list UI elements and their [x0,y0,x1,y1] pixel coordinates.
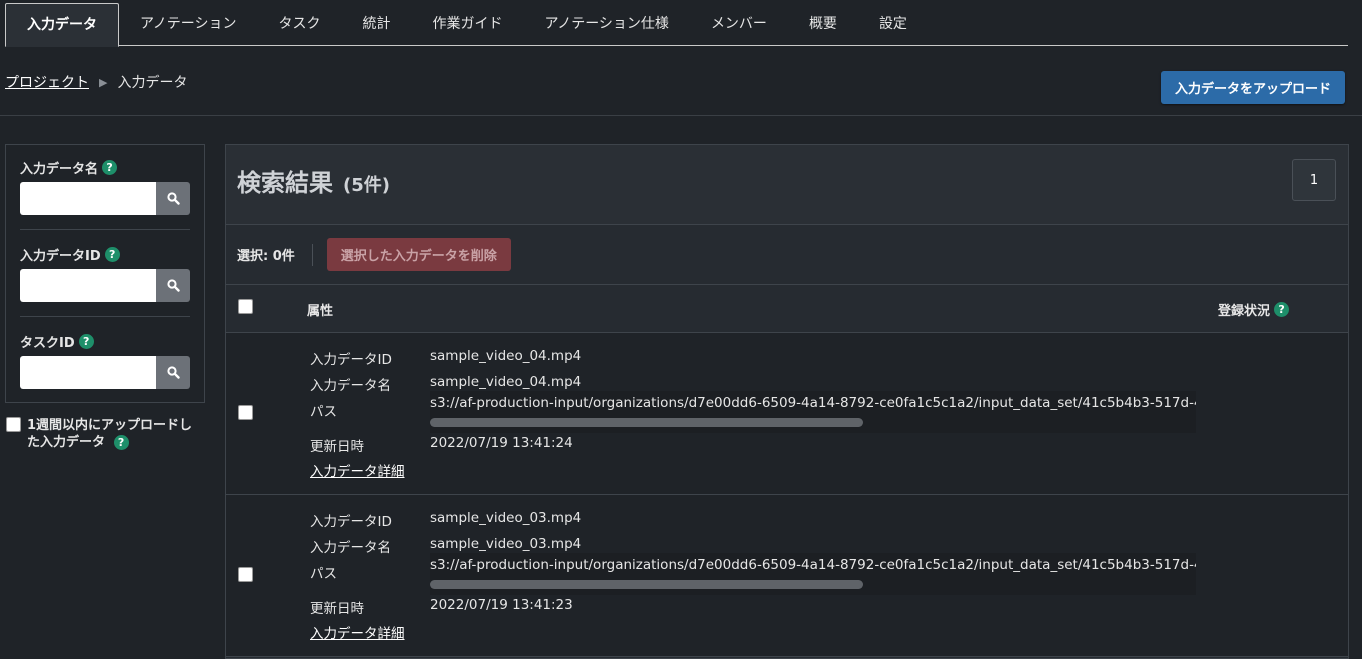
attr-label-updated: 更新日時 [310,439,364,455]
recent-upload-filter: 1週間以内にアップロードした入力データ ? [6,417,206,451]
row-checkbox[interactable] [238,405,253,420]
search-icon [166,366,180,379]
breadcrumb: プロジェクト ▶ 入力データ [5,72,187,92]
select-all-checkbox[interactable] [238,299,253,314]
search-button[interactable] [156,356,190,389]
search-sidebar: 入力データ名 ? 入力データID ? タスクID ? [5,144,205,403]
input-data-name-value: sample_video_04.mp4 [430,374,582,390]
tab-input-data[interactable]: 入力データ [5,3,119,47]
tab-overview[interactable]: 概要 [788,3,858,46]
attr-label-path: パス [310,566,337,582]
search-icon [166,192,180,205]
help-icon[interactable]: ? [113,435,129,450]
horizontal-scrollbar[interactable] [430,580,1196,589]
column-header-attributes: 属性 [307,304,334,319]
column-header-status: 登録状況 [1218,304,1271,319]
tab-statistics[interactable]: 統計 [341,3,411,46]
input-data-id-value: sample_video_04.mp4 [430,348,582,364]
input-data-name-field: 入力データ名 ? [6,145,204,215]
page-number-button[interactable]: 1 [1292,159,1336,201]
search-icon [166,279,180,292]
horizontal-scrollbar[interactable] [430,418,1196,427]
attr-label-name: 入力データ名 [310,540,391,556]
table-row: 入力データID sample_video_04.mp4 入力データ名 sampl… [226,333,1348,495]
recent-upload-checkbox[interactable] [6,417,21,432]
path-value: s3://af-production-input/organizations/d… [430,557,1196,573]
input-data-id-value: sample_video_03.mp4 [430,510,582,526]
tab-annotation[interactable]: アノテーション [119,3,257,46]
task-id-label: タスクID [20,335,75,351]
tab-work-guide[interactable]: 作業ガイド [411,3,523,46]
search-button[interactable] [156,269,190,302]
input-data-id-label: 入力データID [20,248,101,264]
tab-bar: 入力データ アノテーション タスク 統計 作業ガイド アノテーション仕様 メンバ… [5,3,1348,47]
input-data-name-label: 入力データ名 [20,161,99,177]
help-icon[interactable]: ? [78,333,94,349]
attr-label-updated: 更新日時 [310,601,364,617]
tab-members[interactable]: メンバー [690,3,788,46]
recent-upload-label: 1週間以内にアップロードした入力データ [27,418,193,450]
selected-count: 選択: 0件 [237,249,295,264]
attr-label-name: 入力データ名 [310,378,391,394]
scrollbar-thumb[interactable] [430,418,863,427]
task-id-field: タスクID ? [6,317,204,389]
tab-annotation-spec[interactable]: アノテーション仕様 [523,3,689,46]
tab-settings[interactable]: 設定 [858,3,928,46]
input-data-id-search-input[interactable] [20,269,156,302]
tab-task[interactable]: タスク [257,3,341,46]
input-data-id-field: 入力データID ? [6,230,204,302]
input-data-name-search-input[interactable] [20,182,156,215]
results-panel: 検索結果 (5件) 1 選択: 0件 選択した入力データを削除 属性 登録状況 … [225,144,1349,659]
upload-input-data-button[interactable]: 入力データをアップロード [1161,71,1345,104]
attr-label-id: 入力データID [310,514,392,530]
divider [311,243,313,266]
breadcrumb-current: 入力データ [117,75,188,91]
help-icon[interactable]: ? [1274,302,1290,317]
updated-at-value: 2022/07/19 13:41:23 [430,597,573,613]
bulk-action-bar: 選択: 0件 選択した入力データを削除 [226,225,1348,285]
attr-label-path: パス [310,404,337,420]
input-data-detail-link[interactable]: 入力データ詳細 [310,622,405,642]
scrollbar-thumb[interactable] [430,580,863,589]
chevron-right-icon: ▶ [99,75,108,89]
help-icon[interactable]: ? [102,159,118,175]
updated-at-value: 2022/07/19 13:41:24 [430,435,573,451]
results-title: 検索結果 [237,169,333,197]
header-divider [0,115,1362,116]
table-header: 属性 登録状況 ? [226,285,1348,333]
input-data-detail-link[interactable]: 入力データ詳細 [310,460,405,480]
path-scroll-area: s3://af-production-input/organizations/d… [430,553,1196,595]
help-icon[interactable]: ? [104,246,120,262]
attr-label-id: 入力データID [310,352,392,368]
table-row: 入力データID sample_video_03.mp4 入力データ名 sampl… [226,495,1348,657]
task-id-search-input[interactable] [20,356,156,389]
breadcrumb-project-link[interactable]: プロジェクト [5,72,89,92]
path-value: s3://af-production-input/organizations/d… [430,395,1196,411]
input-data-name-value: sample_video_03.mp4 [430,536,582,552]
results-count: (5件) [343,175,390,196]
path-scroll-area: s3://af-production-input/organizations/d… [430,391,1196,433]
results-header: 検索結果 (5件) 1 [226,145,1348,225]
search-button[interactable] [156,182,190,215]
delete-selected-button[interactable]: 選択した入力データを削除 [326,238,511,271]
row-checkbox[interactable] [238,567,253,582]
